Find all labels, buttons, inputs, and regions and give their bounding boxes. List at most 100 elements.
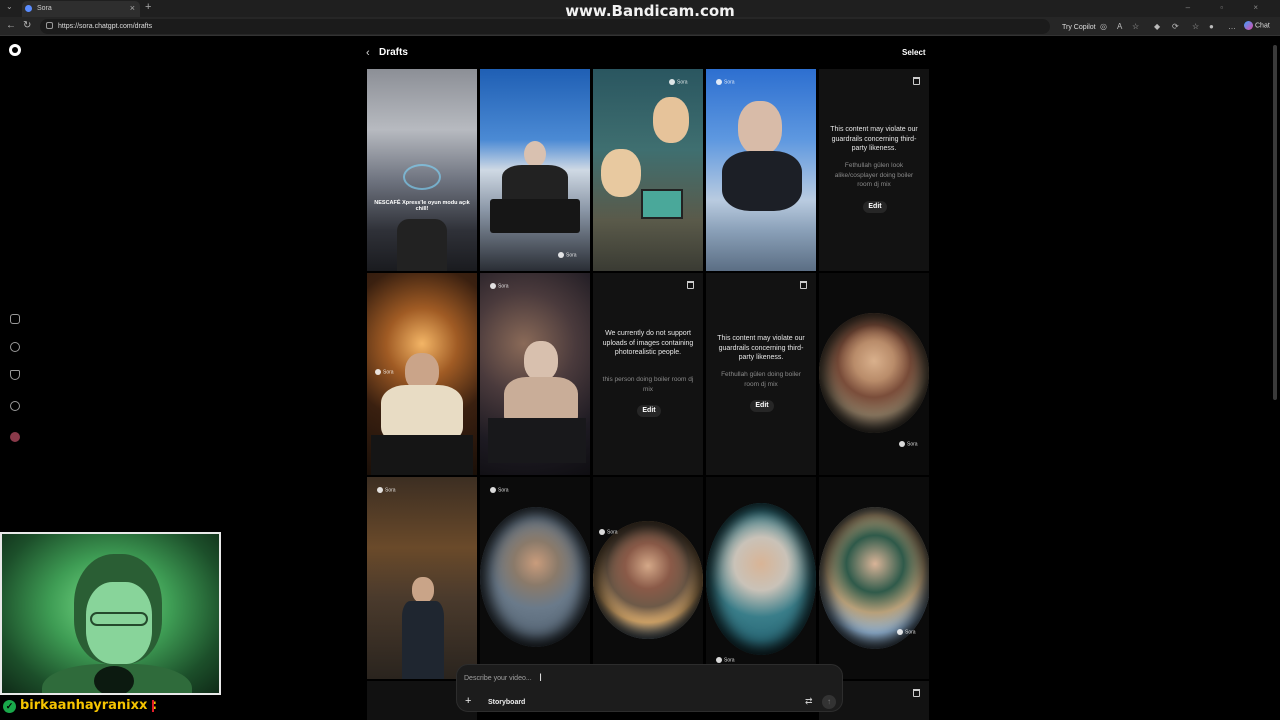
weapon-graphic <box>397 219 447 271</box>
avatar[interactable] <box>10 432 20 442</box>
dj-deck <box>371 435 473 475</box>
more-menu-icon[interactable]: … <box>1228 22 1236 31</box>
lightbulb-icon[interactable] <box>10 401 20 411</box>
person-head <box>412 577 434 603</box>
refresh-extension-icon[interactable]: ⟳ <box>1172 22 1179 31</box>
person-head <box>524 141 546 167</box>
guardrail-message: This content may violate our guardrails … <box>830 126 918 152</box>
sora-watermark: Sora <box>599 529 618 535</box>
search-icon[interactable] <box>10 342 20 352</box>
draft-video-tile[interactable]: Sora <box>367 477 477 679</box>
trash-icon[interactable] <box>687 281 694 289</box>
home-icon[interactable] <box>10 314 20 324</box>
read-aloud-icon[interactable]: A <box>1117 22 1122 31</box>
url-field[interactable]: https://sora.chatgpt.com/drafts <box>40 19 1050 34</box>
address-bar-row: ← ↻ https://sora.chatgpt.com/drafts Try … <box>0 17 1280 36</box>
site-info-icon[interactable] <box>46 22 53 29</box>
favorite-star-icon[interactable]: ☆ <box>1132 22 1139 31</box>
sora-watermark: Sora <box>716 657 735 663</box>
storyboard-button[interactable]: Storyboard <box>483 696 530 709</box>
draft-video-tile[interactable]: NESCAFÉ Xpress'le oyun modu açık chill! <box>367 69 477 271</box>
url-text: https://sora.chatgpt.com/drafts <box>58 23 153 30</box>
draft-video-tile[interactable]: Sora <box>593 69 703 271</box>
video-caption: NESCAFÉ Xpress'le oyun modu açık chill! <box>374 200 470 212</box>
copilot-icon[interactable]: ◎ <box>1100 22 1107 31</box>
streamer-name-bar: ✓ birkaanhayranixx : <box>0 695 300 720</box>
chat-label: Chat <box>1255 22 1270 30</box>
back-nav-icon[interactable]: ← <box>6 20 16 31</box>
trophy-icon[interactable] <box>10 370 20 380</box>
draft-prompt: this person doing boiler room dj mix <box>602 376 694 393</box>
webcam-overlay <box>0 532 221 695</box>
streamer-glasses <box>90 612 148 626</box>
skydiver-suit <box>722 151 802 211</box>
text-cursor-icon: I <box>539 672 543 684</box>
sora-watermark: Sora <box>558 252 577 258</box>
draft-video-tile[interactable]: Sora <box>819 273 929 475</box>
send-arrow-icon[interactable]: ↑ <box>822 695 836 709</box>
sora-watermark: Sora <box>669 79 688 85</box>
accent-bar <box>152 700 154 712</box>
copilot-chat-icon <box>1244 21 1253 30</box>
prompt-composer: Describe your video... I + Storyboard ⇄ … <box>456 664 843 712</box>
edit-button[interactable]: Edit <box>863 201 887 213</box>
draft-blocked-tile[interactable]: This content may violate our guardrails … <box>819 69 929 271</box>
draft-video-tile[interactable]: Sora <box>593 477 703 679</box>
page-title: Drafts <box>379 47 408 58</box>
try-copilot-button[interactable]: Try Copilot <box>1062 24 1096 31</box>
draft-video-tile[interactable]: Sora <box>706 477 816 679</box>
sora-watermark: Sora <box>897 629 916 635</box>
fisheye-video <box>593 521 703 639</box>
dj-deck <box>490 199 580 233</box>
sora-logo-icon[interactable] <box>9 44 21 56</box>
person-head <box>524 341 558 381</box>
sora-watermark: Sora <box>377 487 396 493</box>
edit-button[interactable]: Edit <box>637 405 661 417</box>
fisheye-video <box>706 503 816 655</box>
extension-icon[interactable]: ◆ <box>1154 22 1160 31</box>
chevron-left-icon[interactable]: ‹ <box>366 47 370 59</box>
page-scrollbar[interactable] <box>1273 45 1277 400</box>
sora-watermark: Sora <box>899 441 918 447</box>
settings-icon[interactable]: ⇄ <box>805 696 813 707</box>
cartoon-face-left <box>601 149 641 197</box>
favorites-icon[interactable]: ☆ <box>1192 22 1199 31</box>
fisheye-video <box>819 507 929 649</box>
trash-icon[interactable] <box>913 77 920 85</box>
dj-deck <box>488 418 586 463</box>
draft-video-tile[interactable]: Sora <box>480 273 590 475</box>
trash-icon[interactable] <box>800 281 807 289</box>
draft-video-tile[interactable]: Sora <box>706 69 816 271</box>
streamer-name: birkaanhayranixx : <box>20 698 158 713</box>
draft-video-tile[interactable]: Sora <box>480 69 590 271</box>
draft-prompt: Fethullah gülen look alike/cosplayer doi… <box>834 162 914 188</box>
sora-watermark: Sora <box>375 369 394 375</box>
cartoon-monitor <box>641 189 683 219</box>
sora-watermark: Sora <box>716 79 735 85</box>
hud-ring <box>403 164 441 190</box>
draft-video-tile[interactable]: Sora <box>367 273 477 475</box>
refresh-icon[interactable]: ↻ <box>23 20 31 31</box>
draft-prompt: Fethullah gülen doing boiler room dj mix <box>721 371 801 388</box>
copilot-chat-button[interactable]: Chat <box>1244 21 1270 30</box>
draft-video-tile[interactable]: Sora <box>480 477 590 679</box>
trash-icon[interactable] <box>913 689 920 697</box>
person-head <box>738 101 782 155</box>
draft-blocked-tile[interactable]: This content may violate our guardrails … <box>706 273 816 475</box>
sora-watermark: Sora <box>490 283 509 289</box>
guardrail-message: This content may violate our guardrails … <box>717 335 805 361</box>
upload-blocked-message: We currently do not support uploads of i… <box>602 330 694 356</box>
plus-icon[interactable]: + <box>465 695 471 707</box>
draft-blocked-tile[interactable]: We currently do not support uploads of i… <box>593 273 703 475</box>
verified-check-icon: ✓ <box>3 700 16 713</box>
prompt-input[interactable]: Describe your video... <box>464 675 532 682</box>
sora-watermark: Sora <box>490 487 509 493</box>
edit-button[interactable]: Edit <box>750 400 774 412</box>
draft-video-tile[interactable]: Sora <box>819 477 929 679</box>
cartoon-face-right <box>653 97 689 143</box>
person-body <box>402 601 444 679</box>
select-button[interactable]: Select <box>902 48 926 57</box>
microphone <box>94 666 134 693</box>
profile-icon[interactable]: ● <box>1209 22 1214 31</box>
fisheye-video <box>480 507 590 647</box>
